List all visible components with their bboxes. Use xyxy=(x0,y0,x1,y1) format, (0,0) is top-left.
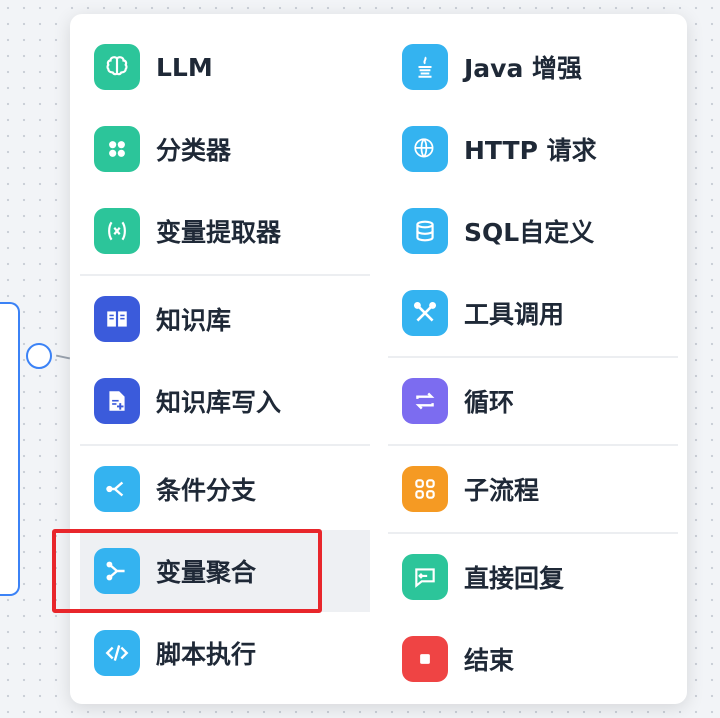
menu-column-right: Java 增强 HTTP 请求 SQL自定义 工具调用 循环 子流程 直接回复 … xyxy=(388,26,678,700)
menu-item-llm[interactable]: LLM xyxy=(80,26,370,108)
menu-item-loop[interactable]: 循环 xyxy=(388,360,678,442)
menu-item-label: Java 增强 xyxy=(464,54,583,83)
menu-item-label: 条件分支 xyxy=(156,476,257,505)
menu-column-left: LLM 分类器 变量提取器 知识库 知识库写入 条件分支 变量聚合 脚本执行 xyxy=(80,26,370,694)
tools-icon xyxy=(402,290,448,336)
menu-item-java-enhance[interactable]: Java 增强 xyxy=(388,26,678,108)
branch-icon xyxy=(94,466,140,512)
merge-icon xyxy=(94,548,140,594)
loop-icon xyxy=(402,378,448,424)
globe-http-icon xyxy=(402,126,448,172)
reply-icon xyxy=(402,554,448,600)
stop-icon xyxy=(402,636,448,682)
menu-item-label: 直接回复 xyxy=(464,564,565,593)
menu-item-variable-extractor[interactable]: 变量提取器 xyxy=(80,190,370,272)
menu-item-label: 分类器 xyxy=(156,136,232,165)
menu-divider xyxy=(388,356,678,358)
menu-item-tool-call[interactable]: 工具调用 xyxy=(388,272,678,354)
menu-divider xyxy=(80,274,370,276)
book-icon xyxy=(94,296,140,342)
menu-item-label: 结束 xyxy=(464,646,515,675)
menu-item-label: 脚本执行 xyxy=(156,640,257,669)
menu-item-direct-reply[interactable]: 直接回复 xyxy=(388,536,678,618)
menu-item-knowledge-base[interactable]: 知识库 xyxy=(80,278,370,360)
connector-line xyxy=(55,354,71,360)
menu-divider xyxy=(388,532,678,534)
menu-item-label: 子流程 xyxy=(464,476,540,505)
menu-divider xyxy=(80,444,370,446)
menu-divider xyxy=(388,444,678,446)
brain-icon xyxy=(94,44,140,90)
database-icon xyxy=(402,208,448,254)
menu-item-http-request[interactable]: HTTP 请求 xyxy=(388,108,678,190)
menu-item-script-exec[interactable]: 脚本执行 xyxy=(80,612,370,694)
menu-item-variable-aggregate[interactable]: 变量聚合 xyxy=(80,530,370,612)
menu-item-label: SQL自定义 xyxy=(464,218,595,247)
menu-item-classifier[interactable]: 分类器 xyxy=(80,108,370,190)
menu-item-label: 知识库写入 xyxy=(156,388,282,417)
grid-icon xyxy=(94,126,140,172)
menu-item-knowledge-write[interactable]: 知识库写入 xyxy=(80,360,370,442)
menu-item-label: LLM xyxy=(156,52,213,82)
menu-item-label: 工具调用 xyxy=(464,300,565,329)
menu-item-label: 变量聚合 xyxy=(156,558,257,587)
menu-item-label: HTTP 请求 xyxy=(464,136,597,165)
java-icon xyxy=(402,44,448,90)
file-plus-icon xyxy=(94,378,140,424)
menu-item-label: 变量提取器 xyxy=(156,218,282,247)
menu-item-end[interactable]: 结束 xyxy=(388,618,678,700)
menu-item-condition-branch[interactable]: 条件分支 xyxy=(80,448,370,530)
node-type-menu: LLM 分类器 变量提取器 知识库 知识库写入 条件分支 变量聚合 脚本执行 J… xyxy=(70,14,687,704)
node-connect-handle[interactable] xyxy=(26,343,52,369)
code-icon xyxy=(94,630,140,676)
menu-item-subflow[interactable]: 子流程 xyxy=(388,448,678,530)
subflow-icon xyxy=(402,466,448,512)
menu-item-label: 知识库 xyxy=(156,306,232,335)
variable-x-icon xyxy=(94,208,140,254)
menu-item-label: 循环 xyxy=(464,388,515,417)
workflow-node[interactable] xyxy=(0,302,20,596)
menu-item-sql-custom[interactable]: SQL自定义 xyxy=(388,190,678,272)
